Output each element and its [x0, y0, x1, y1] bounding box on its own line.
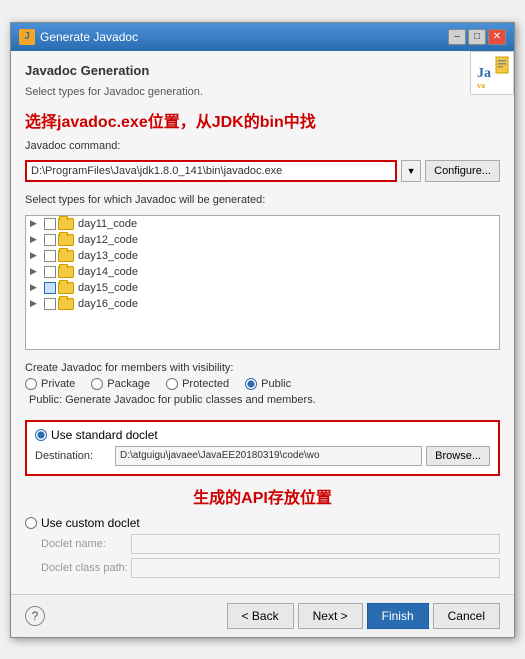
tree-label: day12_code: [78, 234, 138, 246]
custom-fields: Doclet name: Doclet class path:: [25, 534, 500, 578]
tree-arrow: ▶: [30, 298, 42, 309]
configure-button[interactable]: Configure...: [425, 160, 500, 182]
destination-label: Destination:: [35, 450, 115, 462]
standard-doclet-section: Use standard doclet Destination: Browse.…: [25, 420, 500, 476]
destination-row: Destination: Browse...: [35, 446, 490, 466]
destination-input[interactable]: [115, 446, 422, 466]
tree-label: day13_code: [78, 250, 138, 262]
command-label: Javadoc command:: [25, 140, 500, 152]
custom-doclet-section: Use custom doclet Doclet name: Doclet cl…: [25, 516, 500, 582]
tree-label: day16_code: [78, 298, 138, 310]
dialog-icon: J: [19, 29, 35, 45]
section-subtitle: Select types for Javadoc generation.: [25, 86, 500, 98]
radio-row: Private Package Protected Public: [25, 378, 500, 390]
tree-checkbox[interactable]: [44, 266, 56, 278]
svg-text:Ja: Ja: [477, 66, 491, 81]
standard-radio-container: Use standard doclet: [35, 428, 490, 442]
minimize-button[interactable]: –: [448, 29, 466, 45]
radio-protected-input[interactable]: [166, 378, 178, 390]
svg-text:va: va: [477, 81, 485, 90]
visibility-section: Create Javadoc for members with visibili…: [25, 362, 500, 410]
command-row: ▼ Configure...: [25, 160, 500, 182]
annotation-text-1: 选择javadoc.exe位置，从JDK的bin中找: [25, 108, 500, 132]
types-label: Select types for which Javadoc will be g…: [25, 194, 500, 206]
tree-item[interactable]: ▶ day16_code: [26, 296, 499, 312]
title-controls: – □ ✕: [448, 29, 506, 45]
tree-item[interactable]: ▶ day14_code: [26, 264, 499, 280]
radio-private[interactable]: Private: [25, 378, 75, 390]
tree-item[interactable]: ▶ day12_code: [26, 232, 499, 248]
doclet-name-row: Doclet name:: [41, 534, 500, 554]
folder-icon: [58, 234, 74, 246]
browse-button[interactable]: Browse...: [426, 446, 490, 466]
radio-private-label: Private: [41, 378, 75, 390]
folder-icon: [58, 250, 74, 262]
tree-checkbox[interactable]: [44, 282, 56, 294]
doclet-name-label: Doclet name:: [41, 538, 131, 550]
doclet-classpath-input[interactable]: [131, 558, 500, 578]
radio-package[interactable]: Package: [91, 378, 150, 390]
tree-label: day14_code: [78, 266, 138, 278]
back-button[interactable]: < Back: [227, 603, 294, 629]
title-bar: J Generate Javadoc – □ ✕: [11, 23, 514, 51]
tree-checkbox[interactable]: [44, 250, 56, 262]
bottom-bar: ? < Back Next > Finish Cancel: [11, 594, 514, 637]
help-button[interactable]: ?: [25, 606, 45, 626]
tree-item[interactable]: ▶ day13_code: [26, 248, 499, 264]
folder-icon: [58, 298, 74, 310]
doclet-name-input[interactable]: [131, 534, 500, 554]
radio-public[interactable]: Public: [245, 378, 291, 390]
javadoc-logo: Ja va: [470, 51, 514, 95]
tree-label: day11_code: [78, 218, 137, 230]
folder-icon: [58, 266, 74, 278]
section-title: Javadoc Generation: [25, 63, 500, 78]
javadoc-icon: Ja va: [474, 55, 510, 91]
tree-arrow: ▶: [30, 282, 42, 293]
radio-protected-label: Protected: [182, 378, 229, 390]
folder-icon: [58, 218, 74, 230]
tree-checkbox[interactable]: [44, 218, 56, 230]
command-dropdown[interactable]: ▼: [401, 160, 421, 182]
standard-doclet-label: Use standard doclet: [51, 428, 158, 442]
dialog-content: Ja va Javadoc Generation Select types fo…: [11, 51, 514, 594]
doclet-classpath-row: Doclet class path:: [41, 558, 500, 578]
tree-arrow: ▶: [30, 234, 42, 245]
custom-radio-row: Use custom doclet: [25, 516, 500, 530]
cancel-button[interactable]: Cancel: [433, 603, 500, 629]
tree-checkbox[interactable]: [44, 234, 56, 246]
finish-button[interactable]: Finish: [367, 603, 429, 629]
doclet-classpath-label: Doclet class path:: [41, 562, 131, 574]
visibility-label: Create Javadoc for members with visibili…: [25, 362, 500, 374]
radio-protected[interactable]: Protected: [166, 378, 229, 390]
nav-buttons: < Back Next > Finish Cancel: [227, 603, 500, 629]
title-text: Generate Javadoc: [40, 30, 138, 44]
custom-doclet-label: Use custom doclet: [41, 516, 140, 530]
radio-public-label: Public: [261, 378, 291, 390]
tree-checkbox[interactable]: [44, 298, 56, 310]
tree-arrow: ▶: [30, 266, 42, 277]
custom-doclet-radio[interactable]: [25, 517, 37, 529]
standard-doclet-radio[interactable]: [35, 429, 47, 441]
command-input[interactable]: [25, 160, 397, 182]
tree-label: day15_code: [78, 282, 138, 294]
annotation-text-2: 生成的API存放位置: [25, 484, 500, 508]
types-tree[interactable]: ▶ day11_code ▶ day12_code ▶ day13_code ▶: [25, 215, 500, 350]
public-note: Public: Generate Javadoc for public clas…: [29, 394, 500, 406]
folder-icon: [58, 282, 74, 294]
radio-public-input[interactable]: [245, 378, 257, 390]
radio-private-input[interactable]: [25, 378, 37, 390]
close-button[interactable]: ✕: [488, 29, 506, 45]
tree-arrow: ▶: [30, 218, 42, 229]
generate-javadoc-dialog: J Generate Javadoc – □ ✕ Ja va Javadoc G…: [10, 22, 515, 638]
tree-item[interactable]: ▶ day15_code: [26, 280, 499, 296]
title-bar-left: J Generate Javadoc: [19, 29, 138, 45]
next-button[interactable]: Next >: [298, 603, 363, 629]
radio-package-label: Package: [107, 378, 150, 390]
tree-item[interactable]: ▶ day11_code: [26, 216, 499, 232]
radio-package-input[interactable]: [91, 378, 103, 390]
maximize-button[interactable]: □: [468, 29, 486, 45]
tree-arrow: ▶: [30, 250, 42, 261]
